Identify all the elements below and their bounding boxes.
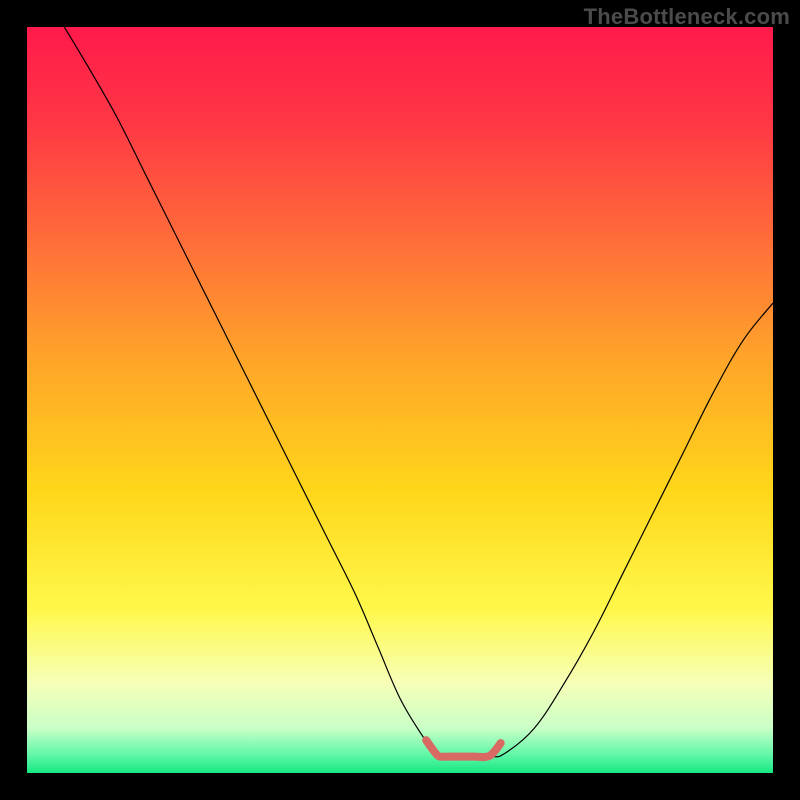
bottleneck-chart (27, 27, 773, 773)
gradient-background (27, 27, 773, 773)
chart-frame: TheBottleneck.com (0, 0, 800, 800)
watermark-label: TheBottleneck.com (584, 4, 790, 30)
plot-area (27, 27, 773, 773)
